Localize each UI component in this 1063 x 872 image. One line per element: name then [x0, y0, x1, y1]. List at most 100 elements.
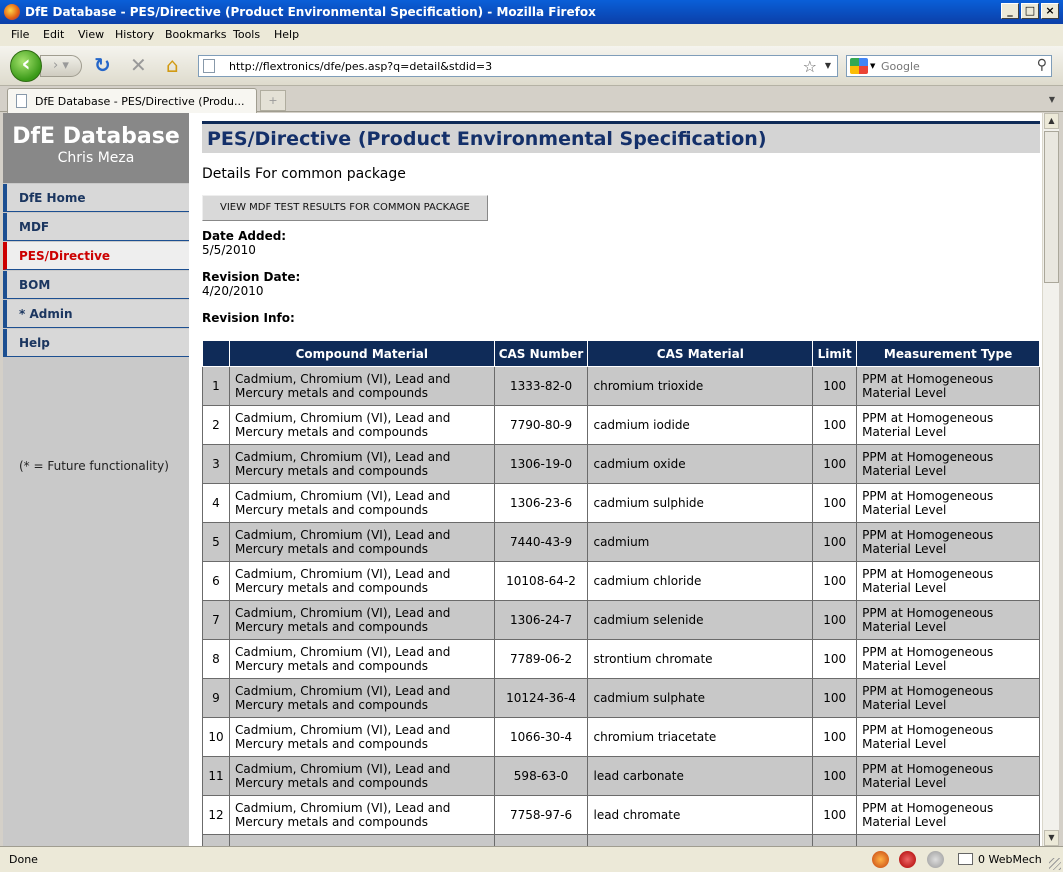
date-added-value: 5/5/2010: [202, 243, 256, 257]
scroll-down-icon[interactable]: ▼: [1044, 830, 1059, 846]
cell-cas-number: 7790-80-9: [493, 405, 589, 445]
vertical-scrollbar[interactable]: ▲ ▼: [1042, 113, 1059, 846]
page-subtitle: Details For common package: [202, 166, 406, 182]
gray-addon-icon[interactable]: [927, 851, 944, 868]
col-header-compound-material: Compound Material: [228, 340, 495, 367]
materials-table: Compound Material CAS Number CAS Materia…: [202, 340, 1040, 846]
cell-limit: 100: [812, 444, 858, 484]
addon-status-icon[interactable]: [899, 851, 916, 868]
home-icon[interactable]: ⌂: [166, 54, 179, 76]
firefox-status-icon[interactable]: [872, 851, 889, 868]
reload-icon[interactable]: ↻: [94, 55, 111, 75]
webmech-status[interactable]: 0 WebMech: [978, 853, 1042, 866]
sidebar-item-dfe-home[interactable]: DfE Home: [3, 184, 189, 212]
menu-tools[interactable]: Tools: [233, 28, 260, 41]
cell-compound-material: Cadmium, Chromium (VI), Lead and Mercury…: [228, 405, 495, 445]
cell-cas-number: 7758-97-6: [493, 795, 589, 835]
google-engine-icon[interactable]: [850, 58, 868, 74]
menu-bookmarks[interactable]: Bookmarks: [165, 28, 226, 41]
cell-compound-material: Cadmium, Chromium (VI), Lead and Mercury…: [228, 678, 495, 718]
revision-date-label: Revision Date:: [202, 270, 301, 284]
menu-file[interactable]: File: [11, 28, 29, 41]
sidebar-nav: DfE Home MDF PES/Directive BOM * Admin H…: [3, 184, 189, 358]
col-header-cas-number: CAS Number: [493, 340, 589, 367]
cell-compound-material: Cadmium, Chromium (VI), Lead and Mercury…: [228, 366, 495, 406]
cell-compound-material: Cadmium, Chromium (VI), Lead and Mercury…: [228, 717, 495, 757]
site-brand: DfE Database: [12, 124, 180, 149]
cell-index: 2: [202, 405, 230, 445]
revision-date-value: 4/20/2010: [202, 284, 264, 298]
stop-icon[interactable]: ✕: [130, 55, 147, 75]
sidebar-header: DfE Database Chris Meza: [3, 113, 189, 183]
cell-limit: 100: [812, 405, 858, 445]
cell-cas-number: 7440-43-9: [493, 522, 589, 562]
menu-edit[interactable]: Edit: [43, 28, 64, 41]
new-tab-button[interactable]: +: [260, 90, 286, 111]
forward-button[interactable]: › ▾: [40, 55, 82, 77]
cell-measurement-type: PPM at Homogeneous Material Level: [856, 522, 1040, 562]
sidebar-item-pes-directive[interactable]: PES/Directive: [3, 242, 189, 270]
menu-bar: File Edit View History Bookmarks Tools H…: [0, 24, 1063, 46]
menu-history[interactable]: History: [115, 28, 154, 41]
table-row: 1 Cadmium, Chromium (VI), Lead and Mercur…: [202, 366, 1040, 406]
sidebar-item-admin[interactable]: * Admin: [3, 300, 189, 328]
url-bar[interactable]: http://flextronics/dfe/pes.asp?q=detail&…: [198, 55, 838, 77]
cell-cas-material: strontium chromate: [587, 639, 814, 679]
search-bar[interactable]: ▼ ⚲: [846, 55, 1052, 77]
url-text[interactable]: http://flextronics/dfe/pes.asp?q=detail&…: [229, 60, 492, 73]
maximize-button[interactable]: □: [1021, 3, 1039, 19]
cell-compound-material: Cadmium, Chromium (VI), Lead and Mercury…: [228, 522, 495, 562]
cell-limit: 100: [812, 483, 858, 523]
cell-measurement-type: PPM at Homogeneous Material Level: [856, 717, 1040, 757]
cell-cas-material: cadmium oxide: [587, 444, 814, 484]
cell-compound-material: Cadmium, Chromium (VI), Lead and Mercury…: [228, 795, 495, 835]
engine-dropdown-icon[interactable]: ▼: [870, 62, 875, 70]
cell-index: 12: [202, 795, 230, 835]
cell-index: 8: [202, 639, 230, 679]
mail-icon[interactable]: [958, 853, 973, 865]
view-mdf-results-button[interactable]: VIEW MDF TEST RESULTS FOR COMMON PACKAGE: [202, 195, 488, 221]
table-row: 4 Cadmium, Chromium (VI), Lead and Mercur…: [202, 483, 1040, 523]
tab-label: DfE Database - PES/Directive (Produ...: [35, 95, 245, 108]
cell-cas-number: 1333-82-0: [493, 366, 589, 406]
menu-help[interactable]: Help: [274, 28, 299, 41]
cell-cas-number: 598-63-0: [493, 756, 589, 796]
bookmark-star-icon[interactable]: ☆: [803, 57, 817, 76]
cell-index: 5: [202, 522, 230, 562]
page-viewport: DfE Database Chris Meza DfE Home MDF PES…: [3, 113, 1042, 846]
window-title: DfE Database - PES/Directive (Product En…: [25, 5, 596, 19]
sidebar-item-bom[interactable]: BOM: [3, 271, 189, 299]
cell-limit: [812, 834, 858, 846]
cell-index: 3: [202, 444, 230, 484]
cell-measurement-type: PPM at Homogeneous Material Level: [856, 678, 1040, 718]
cell-measurement-type: PPM at Homogeneous Material Level: [856, 483, 1040, 523]
back-button[interactable]: ‹: [10, 50, 42, 82]
cell-cas-number: 1306-24-7: [493, 600, 589, 640]
minimize-button[interactable]: _: [1001, 3, 1019, 19]
sidebar-item-help[interactable]: Help: [3, 329, 189, 357]
scrollbar-thumb[interactable]: [1044, 131, 1059, 283]
tab-dfe-database[interactable]: DfE Database - PES/Directive (Produ...: [7, 88, 257, 113]
menu-view[interactable]: View: [78, 28, 104, 41]
tab-list-icon[interactable]: ▼: [1044, 90, 1060, 110]
cell-cas-number: [493, 834, 589, 846]
cell-measurement-type: PPM at Homogeneous: [856, 834, 1040, 846]
sidebar-item-mdf[interactable]: MDF: [3, 213, 189, 241]
window-titlebar: DfE Database - PES/Directive (Product En…: [0, 0, 1063, 24]
cell-index: 10: [202, 717, 230, 757]
future-functionality-note: (* = Future functionality): [19, 459, 169, 473]
search-icon[interactable]: ⚲: [1037, 57, 1047, 73]
table-row: 2 Cadmium, Chromium (VI), Lead and Mercur…: [202, 405, 1040, 445]
cell-index: 1: [202, 366, 230, 406]
resize-grip-icon[interactable]: [1049, 858, 1061, 870]
url-dropdown-icon[interactable]: ▼: [825, 61, 831, 70]
close-window-button[interactable]: ×: [1041, 3, 1059, 19]
search-input[interactable]: [881, 58, 1031, 74]
cell-limit: 100: [812, 522, 858, 562]
scroll-up-icon[interactable]: ▲: [1044, 113, 1059, 129]
cell-measurement-type: PPM at Homogeneous Material Level: [856, 561, 1040, 601]
cell-measurement-type: PPM at Homogeneous Material Level: [856, 795, 1040, 835]
cell-cas-material: cadmium iodide: [587, 405, 814, 445]
cell-compound-material: Cadmium, Chromium (VI), Lead and Mercury…: [228, 444, 495, 484]
cell-cas-material: chromium triacetate: [587, 717, 814, 757]
